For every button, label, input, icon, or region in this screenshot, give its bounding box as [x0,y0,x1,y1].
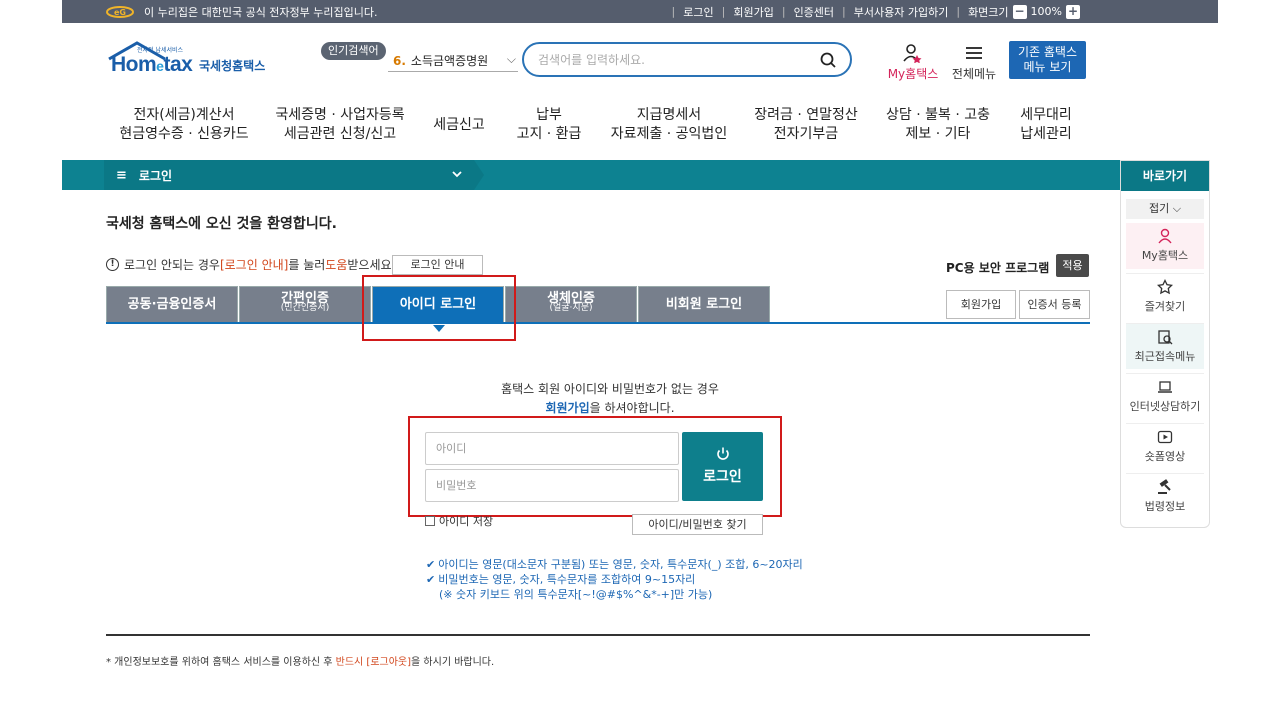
hometax-logo[interactable]: 전자적 납세서비스 Hometax 국세청홈택스 [107,41,277,81]
all-menu-button[interactable]: 전체메뉴 [950,43,998,82]
search-box [522,42,852,77]
zoom-in-button[interactable]: + [1066,4,1080,19]
gov-top-bar: eG 이 누리집은 대한민국 공식 전자정부 누리집입니다. | 로그인 | 회… [62,0,1218,23]
highlight-box-login [408,416,782,517]
util-links: | 로그인 | 회원가입 | 인증센터 | 부서사용자 가입하기 | 화면크기 … [671,3,1080,20]
popular-search-term[interactable]: 소득금액증명원 [411,52,488,69]
signup-link[interactable]: 회원가입 [545,401,589,415]
tab-biometric[interactable]: 생체인증 (얼굴·지문) [505,286,637,324]
gnb-item-invoice[interactable]: 전자(세금)계산서 현금영수증 · 신용카드 [119,106,248,144]
check-icon: ✔ [426,558,436,571]
global-nav: 전자(세금)계산서 현금영수증 · 신용카드 국세증명 · 사업자등록 세금관련 신… [0,106,1280,146]
util-login-link[interactable]: 로그인 [683,4,713,20]
quick-item-recent-menu[interactable]: 최근접속메뉴 [1126,323,1204,369]
gnb-item-agent[interactable]: 세무대리 납세관리 [1020,106,1072,144]
logo-korean: 국세청홈택스 [199,59,266,73]
quick-item-favorites[interactable]: 즐겨찾기 [1126,273,1204,319]
util-join-link[interactable]: 회원가입 [733,4,773,20]
login-guide-button[interactable]: 로그인 안내 [392,255,483,275]
gnb-item-certificate[interactable]: 국세증명 · 사업자등록 세금관련 신청/신고 [275,106,404,144]
popular-search-dropdown[interactable]: 6. 소득금액증명원 ⌵ [388,50,518,72]
check-icon: ✔ [426,573,436,586]
user-icon [1158,228,1172,244]
zoom-out-button[interactable]: − [1012,4,1027,19]
join-button[interactable]: 회원가입 [946,290,1016,319]
svg-text:eG: eG [114,8,126,17]
user-icon [903,44,922,63]
pc-security-label: PC용 보안 프로그램 [946,261,1050,275]
gnb-item-tax-report[interactable]: 세금신고 [433,116,485,135]
quick-item-law-info[interactable]: 법령정보 [1126,473,1204,519]
rule-password: ✔ 비밀번호는 영문, 숫자, 특수문자를 조합하여 9~15자리 [426,573,696,586]
gnb-item-consult[interactable]: 상담 · 불복 · 고충 제보 · 기타 [886,106,990,144]
security-apply-button[interactable]: 적용 [1056,254,1089,277]
rule-id: ✔ 아이디는 영문(대소문자 구분됨) 또는 영문, 숫자, 특수문자(_) 조합… [426,558,803,571]
quick-item-shortform-video[interactable]: 숏폼영상 [1126,423,1204,469]
search-icon[interactable] [820,52,836,68]
search-input[interactable] [538,52,808,67]
play-icon [1157,430,1173,444]
location-bar: ≡ 로그인 [62,160,1120,190]
gnb-item-statement[interactable]: 지급명세서 자료제출 · 공익법인 [611,106,727,144]
highlight-box-tab [362,275,516,341]
location-arrow [474,160,484,190]
classic-menu-button[interactable]: 기존 홈택스 메뉴 보기 [1009,41,1086,79]
zoom-level: 100% [1030,5,1062,18]
chevron-down-icon[interactable]: ⌵ [507,52,516,67]
content-divider [106,634,1090,636]
checkbox-icon[interactable] [425,516,435,526]
my-hometax-button[interactable]: My홈택스 [886,43,940,82]
info-icon: ! [106,258,119,271]
cert-register-button[interactable]: 인증서 등록 [1019,290,1090,319]
hamburger-icon [966,47,982,59]
quick-item-my-hometax[interactable]: My홈택스 [1126,223,1204,269]
gnb-item-incentive[interactable]: 장려금 · 연말정산 전자기부금 [754,106,858,144]
find-id-pw-button[interactable]: 아이디/비밀번호 찾기 [632,514,763,535]
page-title: 국세청 홈택스에 오신 것을 환영합니다. [106,216,337,232]
recent-search-icon [1158,330,1173,345]
rule-special-chars: (※ 숫자 키보드 위의 특수문자[~!@#$%^&*-+]만 가능) [439,588,713,601]
quick-menu-title: 바로가기 [1121,161,1209,191]
privacy-notice: * 개인정보보호를 위하여 홈택스 서비스를 이용하신 후 반드시 [로그아웃]… [106,657,495,668]
gnb-item-payment[interactable]: 납부 고지 · 환급 [517,106,582,144]
quick-item-online-consult[interactable]: 인터넷상담하기 [1126,373,1204,419]
location-current: 로그인 [138,168,173,183]
gavel-icon [1158,479,1171,494]
laptop-icon [1158,381,1172,393]
popular-search-tag: 인기검색어 [321,42,386,60]
tab-guest-login[interactable]: 비회원 로그인 [638,286,770,324]
signup-notice: 홈택스 회원 아이디와 비밀번호가 없는 경우 회원가입을 하셔야합니다. [501,382,719,415]
gov-notice-text: 이 누리집은 대한민국 공식 전자정부 누리집입니다. [144,5,378,19]
screen-size-label: 화면크기 [968,5,1009,19]
egov-logo-icon: eG [106,5,134,18]
tab-joint-cert[interactable]: 공동·금융인증서 [106,286,238,324]
menu-icon: ≡ [116,167,127,183]
zoom-control: − 100% + [1012,4,1080,19]
chevron-down-icon [452,171,462,178]
tab-underline [106,322,1090,324]
login-help-text: ! 로그인 안되는 경우 [로그인 안내] 를 눌러 도움 받으세요. [106,256,395,273]
tab-simple-auth[interactable]: 간편인증 (민간인증서) [239,286,371,324]
quick-menu: 바로가기 접기 ⌵ My홈택스 즐겨찾기 최근접속메뉴 인터넷상담하기 숏폼영상… [1120,160,1210,528]
save-id-checkbox[interactable]: 아이디 저장 [425,513,493,529]
quick-fold-button[interactable]: 접기 ⌵ [1126,199,1204,219]
util-dept-join-link[interactable]: 부서사용자 가입하기 [854,4,949,20]
util-cert-center-link[interactable]: 인증센터 [794,4,834,20]
star-icon [1157,279,1173,295]
logo-brand: Hometax [111,53,193,76]
credential-rules: ✔ 아이디는 영문(대소문자 구분됨) 또는 영문, 숫자, 특수문자(_) 조합… [426,557,803,602]
location-dropdown[interactable]: ≡ 로그인 [104,160,474,190]
